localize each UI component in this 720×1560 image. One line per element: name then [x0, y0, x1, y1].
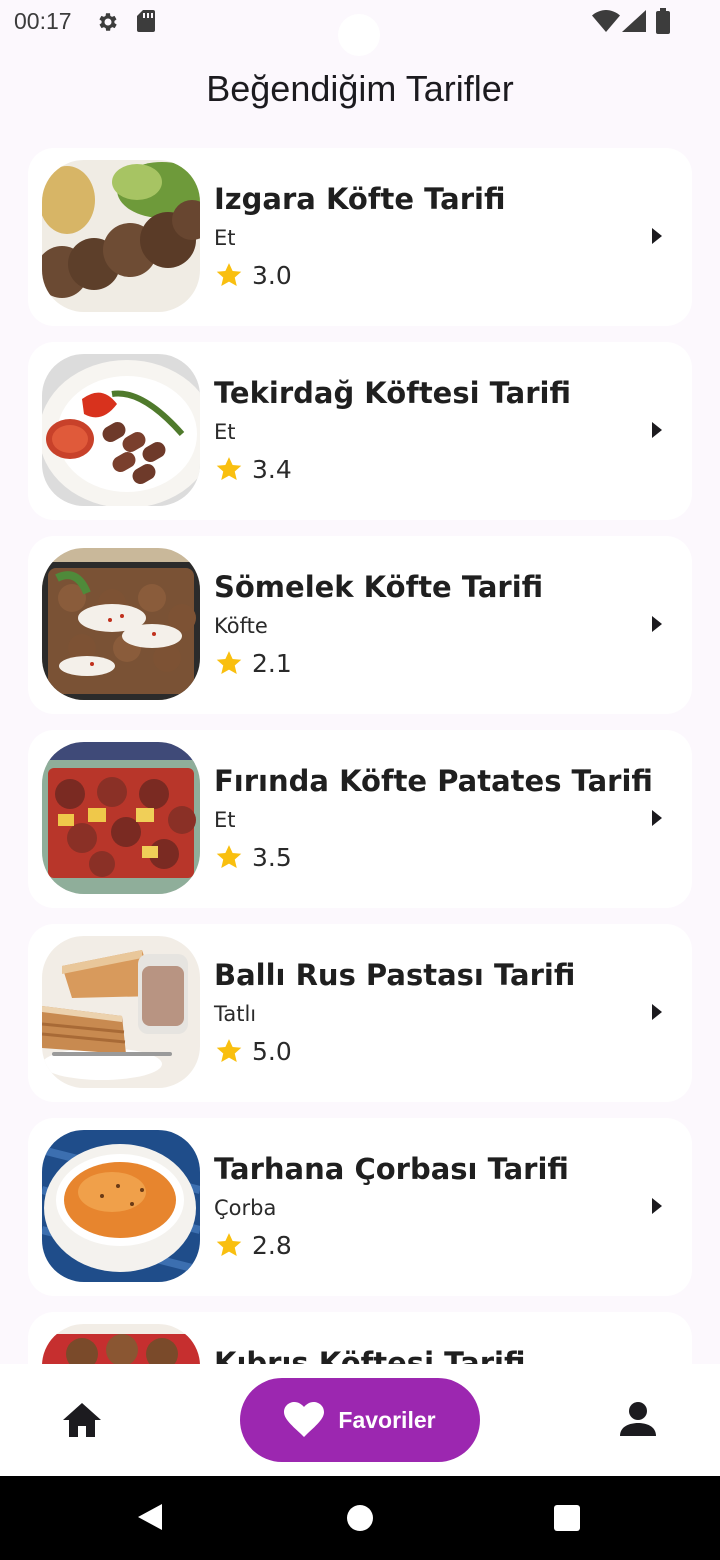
recipe-image — [42, 1324, 200, 1364]
sd-card-icon — [137, 10, 155, 32]
recipe-image — [42, 548, 200, 700]
home-icon[interactable] — [62, 1402, 102, 1438]
chevron-right-icon — [652, 422, 662, 438]
recipe-category: Et — [214, 808, 236, 832]
recipe-image — [42, 160, 200, 312]
recipe-rating: 3.4 — [214, 454, 292, 484]
recipe-image — [42, 742, 200, 894]
rating-value: 2.8 — [252, 1230, 292, 1260]
back-icon[interactable] — [136, 1502, 164, 1532]
camera-cutout — [338, 14, 380, 56]
heart-icon — [284, 1402, 325, 1437]
recipe-title: Tarhana Çorbası Tarifi — [214, 1152, 569, 1186]
recipe-rating: 3.5 — [214, 842, 292, 872]
recipe-rating: 2.8 — [214, 1230, 292, 1260]
recipe-title: Tekirdağ Köftesi Tarifi — [214, 376, 571, 410]
rating-value: 3.4 — [252, 454, 292, 484]
status-time: 00:17 — [14, 8, 72, 34]
favorites-list[interactable]: Izgara Köfte Tarifi Et 3.0 Tekirdağ Köft… — [0, 130, 720, 1364]
system-navigation-bar — [0, 1476, 720, 1560]
settings-icon — [99, 13, 117, 31]
recipe-title: Sömelek Köfte Tarifi — [214, 570, 544, 604]
star-icon — [216, 457, 242, 480]
bottom-navigation: Favoriler — [0, 1364, 720, 1476]
recipe-rating: 3.0 — [214, 260, 292, 290]
star-icon — [216, 263, 242, 286]
page-title: Beğendiğim Tarifler — [206, 68, 514, 109]
recipe-category: Et — [214, 226, 236, 250]
cell-signal-icon — [622, 10, 646, 32]
recipe-category: Köfte — [214, 614, 268, 638]
recipe-image — [42, 936, 200, 1088]
recipe-category: Tatlı — [214, 1002, 257, 1026]
recipe-title: Izgara Köfte Tarifi — [214, 182, 506, 216]
recents-icon[interactable] — [554, 1505, 580, 1531]
recipe-title: Ballı Rus Pastası Tarifi — [214, 958, 576, 992]
recipe-rating: 5.0 — [214, 1036, 292, 1066]
person-icon[interactable] — [618, 1400, 658, 1440]
chevron-right-icon — [652, 1198, 662, 1214]
recipe-image — [42, 1130, 200, 1282]
star-icon — [216, 651, 242, 674]
battery-icon — [656, 8, 670, 34]
rating-value: 5.0 — [252, 1036, 292, 1066]
chevron-right-icon — [652, 616, 662, 632]
home-circle-icon[interactable] — [347, 1505, 373, 1531]
recipe-card[interactable]: Tekirdağ Köftesi Tarifi Et 3.4 — [28, 342, 692, 520]
favorites-label: Favoriler — [338, 1406, 436, 1433]
recipe-title: Fırında Köfte Patates Tarifi — [214, 764, 653, 798]
chevron-right-icon — [652, 228, 662, 244]
favorites-nav-button[interactable]: Favoriler — [240, 1378, 480, 1462]
recipe-card[interactable]: Ballı Rus Pastası Tarifi Tatlı 5.0 — [28, 924, 692, 1102]
chevron-right-icon — [652, 810, 662, 826]
recipe-card[interactable]: Kıbrıs Köftesi Tarifi — [28, 1312, 692, 1364]
recipe-card[interactable]: Fırında Köfte Patates Tarifi Et 3.5 — [28, 730, 692, 908]
recipe-card[interactable]: Tarhana Çorbası Tarifi Çorba 2.8 — [28, 1118, 692, 1296]
chevron-right-icon — [652, 1004, 662, 1020]
rating-value: 3.0 — [252, 260, 292, 290]
star-icon — [216, 845, 242, 868]
wifi-icon — [592, 10, 620, 32]
rating-value: 3.5 — [252, 842, 292, 872]
recipe-category: Çorba — [214, 1196, 277, 1220]
recipe-card[interactable]: Sömelek Köfte Tarifi Köfte 2.1 — [28, 536, 692, 714]
rating-value: 2.1 — [252, 648, 292, 678]
star-icon — [216, 1039, 242, 1062]
recipe-category: Et — [214, 420, 236, 444]
recipe-title: Kıbrıs Köftesi Tarifi — [214, 1346, 526, 1364]
recipe-card[interactable]: Izgara Köfte Tarifi Et 3.0 — [28, 148, 692, 326]
recipe-rating: 2.1 — [214, 648, 292, 678]
star-icon — [216, 1233, 242, 1256]
recipe-image — [42, 354, 200, 506]
